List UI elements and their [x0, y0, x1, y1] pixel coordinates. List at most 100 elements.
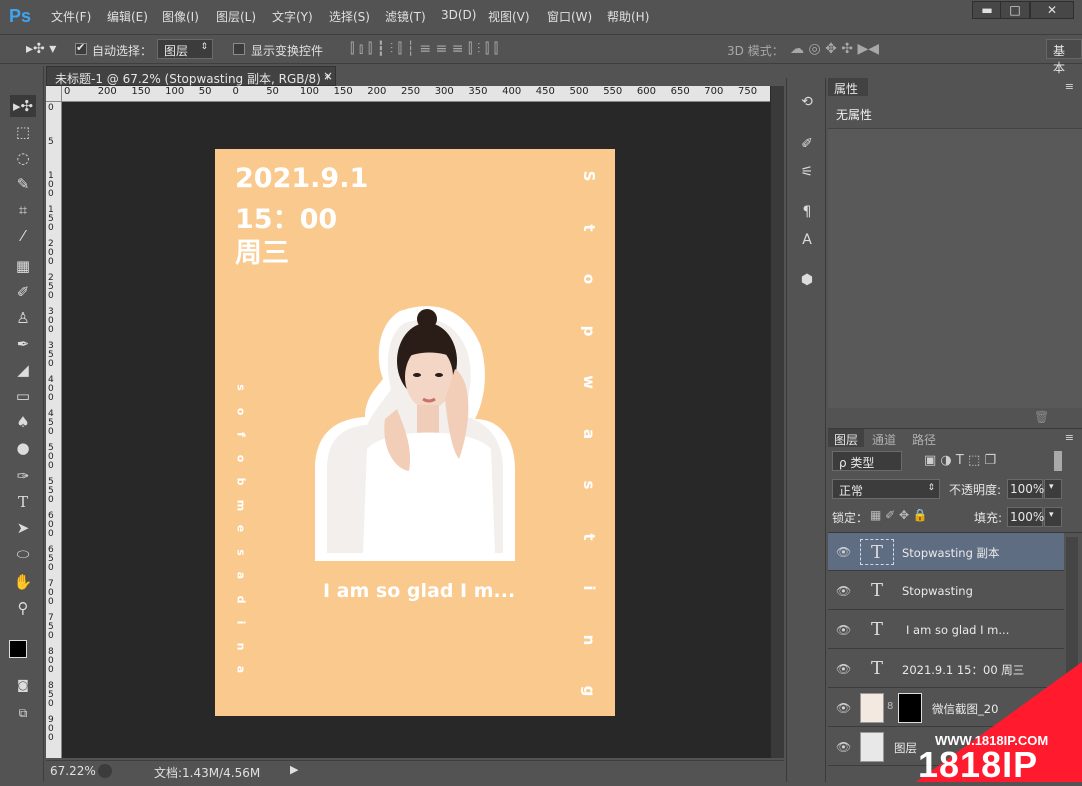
- quick-select-tool-icon[interactable]: ✎: [10, 173, 36, 195]
- menu-image[interactable]: 图像(I): [162, 8, 199, 25]
- brush-panel-icon[interactable]: ✐: [795, 132, 819, 156]
- marquee-tool-icon[interactable]: ⬚: [10, 121, 36, 143]
- layer-row[interactable]: 👁 T Stopwasting 副本: [828, 533, 1064, 571]
- foreground-color-swatch[interactable]: [9, 640, 27, 658]
- menu-file[interactable]: 文件(F): [51, 8, 91, 25]
- lock-label: 锁定：: [832, 511, 869, 525]
- visibility-eye-icon[interactable]: 👁: [836, 545, 851, 559]
- path-selection-tool-icon[interactable]: ➤: [10, 517, 36, 539]
- tab-layers[interactable]: 图层: [828, 429, 864, 447]
- gradient-tool-icon[interactable]: ▭: [10, 385, 36, 407]
- visibility-eye-icon[interactable]: 👁: [836, 740, 851, 754]
- panel-menu-icon[interactable]: ≡: [1065, 80, 1074, 93]
- crop-tool-icon[interactable]: ⌗: [10, 199, 36, 221]
- opacity-dropdown-arrow-icon[interactable]: ▾: [1044, 479, 1062, 499]
- menu-filter[interactable]: 滤镜(T): [385, 8, 426, 25]
- visibility-eye-icon[interactable]: 👁: [836, 623, 851, 637]
- clone-stamp-tool-icon[interactable]: ♙: [10, 307, 36, 329]
- minimize-button[interactable]: ▬: [972, 1, 1002, 19]
- menu-view[interactable]: 视图(V): [488, 8, 530, 25]
- close-window-button[interactable]: ✕: [1030, 1, 1074, 19]
- ruler-tick-label: 0: [64, 86, 71, 97]
- menu-help[interactable]: 帮助(H): [607, 8, 649, 25]
- fill-input[interactable]: 100%: [1007, 507, 1044, 527]
- auto-select-dropdown[interactable]: 图层 ⇕: [157, 39, 213, 59]
- ruler-tick-label: 250: [48, 273, 54, 301]
- 3d-panel-icon[interactable]: ⬢: [795, 268, 819, 292]
- screen-mode-icon[interactable]: ⧉: [10, 702, 36, 724]
- properties-tab[interactable]: 属性: [828, 78, 868, 96]
- properties-panel: 属性 ≡ 无属性 🗑: [828, 78, 1082, 424]
- eraser-tool-icon[interactable]: ◢: [10, 359, 36, 381]
- menu-3d[interactable]: 3D(D): [441, 8, 476, 22]
- menu-type[interactable]: 文字(Y): [272, 8, 313, 25]
- auto-select-checkbox[interactable]: [75, 41, 87, 55]
- paragraph-panel-icon[interactable]: A: [795, 228, 819, 252]
- move-tool-preset-icon[interactable]: ▸✣ ▾: [26, 41, 56, 57]
- ruler-tick-label: 450: [48, 409, 54, 437]
- filter-toggle[interactable]: [1054, 451, 1062, 471]
- history-brush-tool-icon[interactable]: ✒: [10, 333, 36, 355]
- eyedropper-tool-icon[interactable]: ⁄: [10, 225, 36, 247]
- vertical-scrollbar[interactable]: [770, 86, 784, 758]
- brush-presets-icon[interactable]: ⚟: [795, 160, 819, 184]
- blend-mode-dropdown[interactable]: 正常 ⇕: [832, 479, 940, 499]
- visibility-eye-icon[interactable]: 👁: [836, 584, 851, 598]
- opacity-input[interactable]: 100%: [1007, 479, 1044, 499]
- tab-paths[interactable]: 路径: [906, 429, 944, 447]
- visibility-eye-icon[interactable]: 👁: [836, 701, 851, 715]
- blur-tool-icon[interactable]: ♠: [10, 411, 36, 433]
- character-panel-icon[interactable]: ¶: [795, 200, 819, 224]
- layer-filter-dropdown[interactable]: ρ 类型: [832, 451, 902, 471]
- ruler-tick-label: 200: [97, 86, 117, 97]
- show-transform-checkbox[interactable]: [233, 43, 245, 55]
- layer-row[interactable]: 👁 T Stopwasting: [828, 572, 1064, 610]
- quick-mask-icon[interactable]: ◙: [10, 674, 36, 696]
- menu-layer[interactable]: 图层(L): [216, 8, 256, 25]
- ruler-tick-label: 150: [48, 205, 54, 233]
- visibility-eye-icon[interactable]: 👁: [836, 662, 851, 676]
- document-tab[interactable]: 未标题-1 @ 67.2% (Stopwasting 副本, RGB/8) * …: [46, 66, 336, 86]
- poster-tagline: I am so glad I m...: [323, 580, 516, 602]
- hand-tool-icon[interactable]: ✋: [10, 571, 36, 593]
- menu-select[interactable]: 选择(S): [329, 8, 370, 25]
- close-tab-icon[interactable]: ×: [323, 69, 333, 83]
- status-arrow-icon[interactable]: ▶: [290, 763, 298, 776]
- layer-row[interactable]: 👁 T I am so glad I m...: [828, 611, 1064, 649]
- menu-window[interactable]: 窗口(W): [547, 8, 592, 25]
- zoom-tool-icon[interactable]: ⚲: [10, 597, 36, 619]
- restore-button[interactable]: □: [1000, 1, 1030, 19]
- history-panel-icon[interactable]: ⟲: [795, 90, 819, 114]
- menu-edit[interactable]: 编辑(E): [107, 8, 148, 25]
- brush-tool-icon[interactable]: ✐: [10, 281, 36, 303]
- layer-name: 图层: [894, 741, 917, 755]
- vertical-letter: o: [234, 407, 248, 415]
- image-thumbnail: [860, 693, 884, 723]
- zoom-level[interactable]: 67.22%: [50, 764, 96, 778]
- vertical-letter: s: [234, 384, 248, 391]
- move-tool-icon[interactable]: ▸✣: [10, 95, 36, 117]
- text-layer-icon: T: [860, 539, 894, 565]
- type-tool-icon[interactable]: T: [10, 491, 36, 513]
- fill-dropdown-arrow-icon[interactable]: ▾: [1044, 507, 1062, 527]
- workspace-button[interactable]: 基本: [1046, 39, 1082, 75]
- trash-icon[interactable]: 🗑: [1034, 410, 1049, 424]
- filter-icons[interactable]: ▣ ◑ T ⬚ ❐: [924, 453, 996, 468]
- ruler-tick-label: 100: [299, 86, 319, 97]
- lasso-tool-icon[interactable]: ◌: [10, 147, 36, 169]
- ruler-tick-label: 800: [48, 647, 54, 675]
- document-canvas[interactable]: 2021.9.1 15：00 周三 Stopwasting sofobmesad…: [215, 149, 615, 716]
- layers-menu-icon[interactable]: ≡: [1065, 431, 1074, 444]
- blend-arrow-icon: ⇕: [927, 483, 935, 493]
- dodge-tool-icon[interactable]: ●: [10, 437, 36, 459]
- tab-channels[interactable]: 通道: [866, 429, 904, 447]
- align-icons[interactable]: ⫿ ⫾ ⫿ ┇ ⫶ ⫿ ┆ ≡ ≡ ≡ ⫿ ⫶ ⫿ ⫿: [350, 41, 498, 57]
- lock-icons[interactable]: ▦ ✐ ✥ 🔒: [870, 508, 928, 522]
- 3d-mode-icons[interactable]: ☁ ◎ ✥ ✣ ▶◀: [790, 41, 879, 57]
- 3d-mode-label: 3D 模式：: [727, 44, 784, 58]
- vertical-letter: n: [234, 642, 248, 650]
- pen-tool-icon[interactable]: ✑: [10, 465, 36, 487]
- healing-brush-tool-icon[interactable]: ▦: [10, 255, 36, 277]
- status-menu-icon[interactable]: [98, 764, 112, 778]
- ellipse-tool-icon[interactable]: ⬭: [10, 543, 36, 565]
